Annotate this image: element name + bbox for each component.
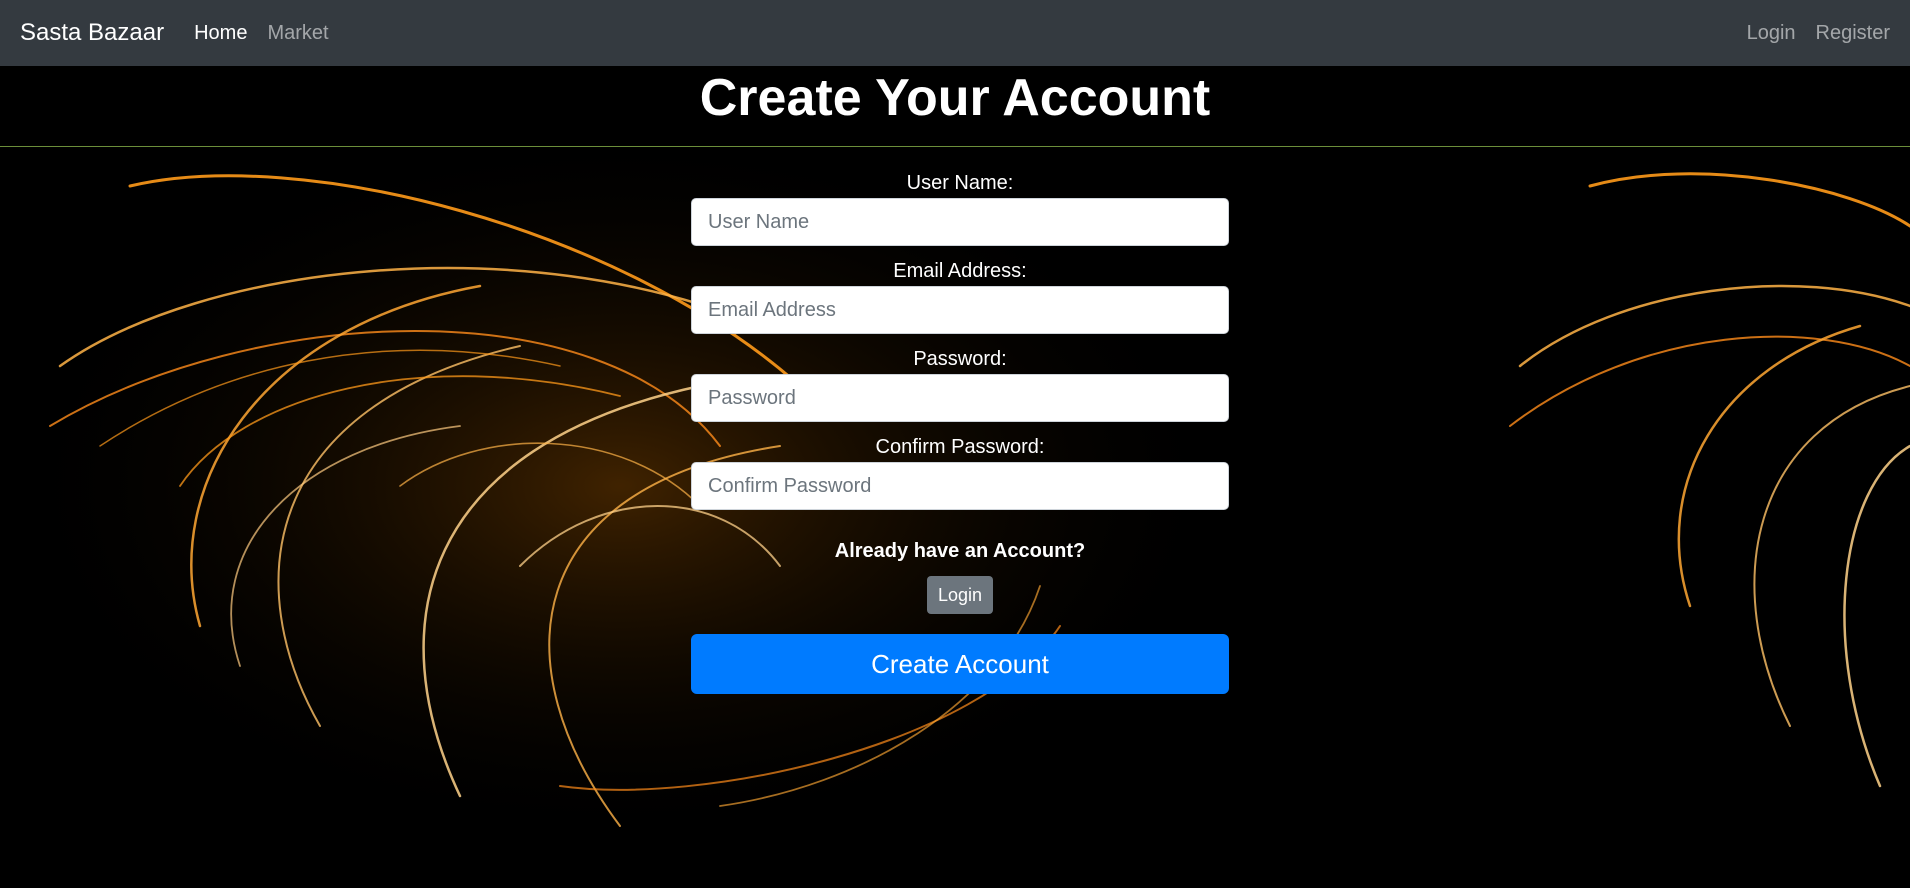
email-label: Email Address:: [893, 260, 1027, 282]
title-divider: [0, 146, 1910, 147]
email-input[interactable]: [691, 286, 1229, 334]
nav-market-link[interactable]: Market: [267, 22, 328, 45]
register-form: User Name: Email Address: Password: Conf…: [691, 168, 1229, 694]
password-group: Password:: [691, 344, 1229, 422]
confirm-password-label: Confirm Password:: [875, 436, 1045, 458]
email-group: Email Address:: [691, 256, 1229, 334]
nav-right-links: Login Register: [1747, 22, 1890, 45]
nav-login-link[interactable]: Login: [1747, 22, 1796, 45]
login-button[interactable]: Login: [927, 576, 993, 614]
already-have-account-text: Already have an Account?: [834, 540, 1086, 562]
nav-home-link[interactable]: Home: [194, 22, 247, 45]
brand-logo[interactable]: Sasta Bazaar: [20, 19, 164, 47]
confirm-password-group: Confirm Password:: [691, 432, 1229, 510]
password-input[interactable]: [691, 374, 1229, 422]
nav-left-links: Home Market: [194, 22, 328, 45]
username-input[interactable]: [691, 198, 1229, 246]
password-label: Password:: [913, 348, 1007, 370]
create-account-button[interactable]: Create Account: [691, 634, 1229, 694]
page-title: Create Your Account: [699, 69, 1211, 127]
top-navbar: Sasta Bazaar Home Market Login Register: [0, 0, 1910, 66]
confirm-password-input[interactable]: [691, 462, 1229, 510]
username-group: User Name:: [691, 168, 1229, 246]
username-label: User Name:: [906, 172, 1014, 194]
nav-register-link[interactable]: Register: [1816, 22, 1890, 45]
